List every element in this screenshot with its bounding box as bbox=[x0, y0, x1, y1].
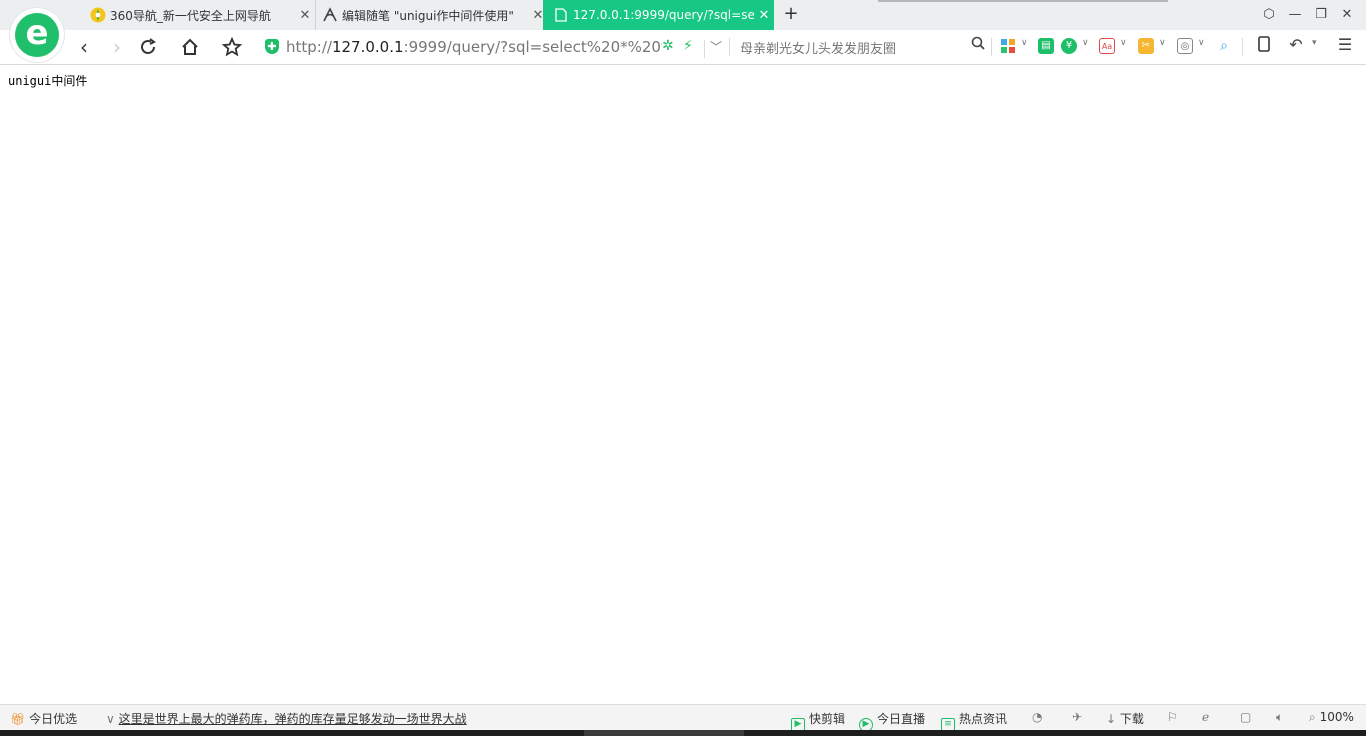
divider bbox=[991, 38, 992, 56]
tab-title: 编辑随笔 "unigui作中间件使用" bbox=[342, 8, 514, 23]
quick-clip-button[interactable]: ▶ 快剪辑 bbox=[791, 710, 845, 732]
chevron-down-icon: ∨ bbox=[106, 712, 115, 726]
divider bbox=[1242, 38, 1243, 56]
chevron-down-icon[interactable]: ∨ bbox=[1021, 38, 1028, 48]
window-close-icon[interactable]: ✕ bbox=[1337, 5, 1357, 25]
chevron-down-icon[interactable]: ∨ bbox=[1159, 38, 1166, 48]
minimize-icon[interactable]: — bbox=[1285, 5, 1305, 25]
menu-icon[interactable]: ☰ bbox=[1336, 36, 1354, 54]
ie-icon[interactable]: ℯ bbox=[1202, 710, 1209, 724]
tab-title: 127.0.0.1:9999/query/?sql=select%20*%20f… bbox=[573, 8, 754, 22]
download-label: 下载 bbox=[1119, 712, 1144, 726]
divider bbox=[729, 38, 730, 56]
hot-news-label: 热点资讯 bbox=[959, 712, 1008, 726]
screenshot-icon[interactable]: ✂ bbox=[1138, 38, 1154, 54]
hot-news-button[interactable]: ≡ 热点资讯 bbox=[941, 710, 1007, 732]
apps-icon[interactable] bbox=[1000, 38, 1016, 54]
url-scheme: http:// bbox=[286, 38, 332, 56]
speed-mode-icon[interactable]: ✲ bbox=[662, 38, 674, 54]
blog-icon bbox=[322, 7, 338, 23]
taskbar-item[interactable] bbox=[584, 730, 744, 736]
news-headline: 这里是世界上最大的弹药库，弹药的库存量足够发动一场世界大战 bbox=[118, 712, 467, 726]
360-icon bbox=[90, 7, 106, 23]
new-tab-button[interactable]: + bbox=[782, 4, 800, 24]
chevron-down-icon[interactable]: ▾ bbox=[1312, 38, 1317, 48]
dropdown-icon[interactable]: ﹀ bbox=[710, 38, 722, 55]
pin-icon[interactable]: ✈ bbox=[1072, 710, 1082, 724]
reader-icon[interactable]: ▤ bbox=[1038, 38, 1054, 54]
news-ticker[interactable]: ∨ 这里是世界上最大的弹药库，弹药的库存量足够发动一场世界大战 bbox=[106, 710, 467, 727]
popup-shadow bbox=[878, 0, 1168, 2]
download-icon: ↓ bbox=[1106, 712, 1117, 726]
bookmark-star-button[interactable] bbox=[219, 34, 245, 60]
navigation-bar: ‹ › ✚ http://127.0.0.1:9999/query/?sql=s… bbox=[0, 30, 1366, 65]
zoom-control[interactable]: ⌕ 100% bbox=[1309, 710, 1354, 725]
undo-close-icon[interactable]: ↶ bbox=[1287, 36, 1305, 54]
url-path: :9999/query/?sql=select%20*%20fr bbox=[403, 38, 662, 56]
payment-shield-icon[interactable]: ¥ bbox=[1061, 38, 1077, 54]
today-picks-label: 今日优选 bbox=[29, 712, 78, 726]
quick-clip-label: 快剪辑 bbox=[809, 712, 846, 726]
address-bar[interactable]: ✚ http://127.0.0.1:9999/query/?sql=selec… bbox=[258, 32, 728, 62]
mobile-icon[interactable] bbox=[1255, 36, 1273, 54]
zoom-icon: ⌕ bbox=[1309, 710, 1316, 724]
gift-icon: 🎁︎ bbox=[10, 712, 26, 726]
accelerate-icon[interactable]: ◔ bbox=[1032, 710, 1042, 724]
game-icon[interactable]: ◎ bbox=[1177, 38, 1193, 54]
search-input[interactable]: 母亲剃光女儿头发发朋友圈 bbox=[740, 38, 896, 57]
lightning-icon[interactable]: ⚡ bbox=[683, 38, 693, 54]
skin-icon[interactable]: ⬡ bbox=[1259, 5, 1279, 25]
security-shield-icon: ✚ bbox=[265, 39, 279, 54]
flag-icon[interactable]: ⚐ bbox=[1167, 710, 1178, 724]
title-bar: 360导航_新一代安全上网导航 ✕ 编辑随笔 "unigui作中间件使用" ✕ … bbox=[0, 0, 1366, 30]
download-button[interactable]: ↓ 下载 bbox=[1106, 710, 1144, 727]
chevron-down-icon[interactable]: ∨ bbox=[1198, 38, 1205, 48]
tab-title: 360导航_新一代安全上网导航 bbox=[110, 8, 271, 23]
back-button[interactable]: ‹ bbox=[71, 34, 97, 60]
home-button[interactable] bbox=[177, 34, 203, 60]
translate-icon[interactable]: Aa bbox=[1099, 38, 1115, 54]
tab-edit-post[interactable]: 编辑随笔 "unigui作中间件使用" ✕ bbox=[318, 0, 548, 30]
url-host: 127.0.0.1 bbox=[331, 38, 404, 56]
page-body-text: unigui中间件 bbox=[8, 74, 88, 88]
chevron-down-icon[interactable]: ∨ bbox=[1082, 38, 1089, 48]
search-icon[interactable] bbox=[969, 36, 987, 54]
live-button[interactable]: ▶ 今日直播 bbox=[859, 710, 925, 732]
browser-logo[interactable]: e bbox=[10, 8, 64, 62]
chevron-down-icon[interactable]: ∨ bbox=[1120, 38, 1127, 48]
browser-logo-icon: e bbox=[15, 13, 59, 57]
status-bar: 🎁︎ 今日优选 ∨ 这里是世界上最大的弹药库，弹药的库存量足够发动一场世界大战 … bbox=[0, 704, 1366, 732]
taskbar bbox=[0, 730, 1366, 736]
today-picks[interactable]: 🎁︎ 今日优选 bbox=[10, 710, 77, 727]
close-icon[interactable]: ✕ bbox=[295, 8, 315, 23]
tab-query-active[interactable]: 127.0.0.1:9999/query/?sql=select%20*%20f… bbox=[543, 0, 774, 30]
forward-button[interactable]: › bbox=[104, 34, 130, 60]
zoom-search-icon[interactable]: ⌕ bbox=[1216, 38, 1232, 54]
sound-icon[interactable]: 🔈︎ bbox=[1276, 710, 1283, 725]
page-icon bbox=[553, 7, 569, 23]
divider bbox=[704, 40, 705, 58]
reload-button[interactable] bbox=[135, 34, 161, 60]
restore-icon[interactable]: ❐ bbox=[1311, 5, 1331, 25]
close-icon[interactable]: ✕ bbox=[754, 8, 774, 23]
zoom-level: 100% bbox=[1319, 710, 1354, 724]
window-icon[interactable]: ▢ bbox=[1240, 710, 1251, 724]
tab-360-navigation[interactable]: 360导航_新一代安全上网导航 ✕ bbox=[86, 0, 316, 30]
url-text[interactable]: http://127.0.0.1:9999/query/?sql=select%… bbox=[286, 38, 662, 56]
live-label: 今日直播 bbox=[877, 712, 926, 726]
